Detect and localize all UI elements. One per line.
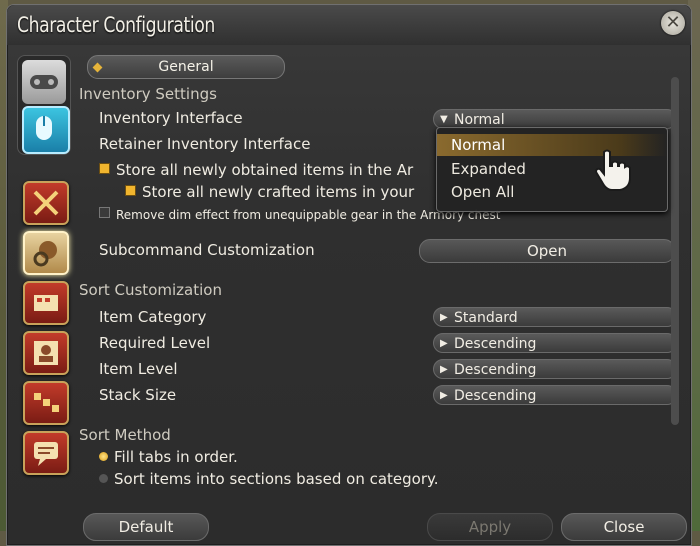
- retainer-inventory-label: Retainer Inventory Interface: [99, 135, 311, 153]
- menu-item-expanded[interactable]: Expanded: [437, 158, 667, 180]
- radio-button[interactable]: [99, 474, 108, 483]
- close-button[interactable]: Close: [561, 513, 687, 541]
- chevron-right-icon: ▶: [440, 364, 448, 375]
- radio-button[interactable]: [99, 452, 108, 461]
- swords-icon[interactable]: [23, 181, 69, 225]
- apply-button[interactable]: Apply: [427, 513, 553, 541]
- subcommand-label: Subcommand Customization: [99, 241, 315, 259]
- checkbox[interactable]: [99, 207, 110, 218]
- required-level-dropdown[interactable]: ▶ Descending: [433, 333, 677, 353]
- dropdown-value: Descending: [454, 336, 537, 352]
- character-icon[interactable]: [23, 331, 69, 375]
- checkbox[interactable]: [125, 185, 136, 196]
- window-title: Character Configuration: [17, 13, 215, 37]
- inventory-interface-dropdown[interactable]: ▼ Normal: [433, 109, 677, 129]
- stack-size-dropdown[interactable]: ▶ Descending: [433, 385, 677, 405]
- sort-customization-heading: Sort Customization: [79, 281, 222, 299]
- gear-bag-icon[interactable]: [23, 231, 69, 275]
- sort-row-label: Stack Size: [99, 386, 177, 404]
- tab-general[interactable]: General: [87, 55, 285, 79]
- store-obtained-option[interactable]: Store all newly obtained items in the Ar: [99, 161, 413, 179]
- sort-row-label: Required Level: [99, 334, 211, 352]
- sort-method-heading: Sort Method: [79, 426, 171, 444]
- sort-method-label: Fill tabs in order.: [114, 448, 238, 466]
- dropdown-value: Descending: [454, 388, 537, 404]
- sort-row-label: Item Category: [99, 308, 207, 326]
- sort-method-option[interactable]: Sort items into sections based on catego…: [99, 470, 439, 488]
- subcommand-open-button[interactable]: Open: [419, 239, 675, 263]
- store-crafted-label: Store all newly crafted items in your: [142, 183, 415, 201]
- dropdown-value: Descending: [454, 362, 537, 378]
- default-button[interactable]: Default: [83, 513, 209, 541]
- party-icon[interactable]: [23, 381, 69, 425]
- inventory-interface-value: Normal: [454, 112, 505, 128]
- sort-row-label: Item Level: [99, 360, 178, 378]
- chevron-right-icon: ▶: [440, 312, 448, 323]
- store-crafted-option[interactable]: Store all newly crafted items in your: [125, 183, 414, 201]
- scrollbar[interactable]: [671, 77, 679, 425]
- settings-panel: General Inventory Settings Inventory Int…: [79, 49, 677, 539]
- chevron-right-icon: ▶: [440, 338, 448, 349]
- item-level-dropdown[interactable]: ▶ Descending: [433, 359, 677, 379]
- inventory-interface-menu: Normal Expanded Open All: [436, 127, 668, 212]
- mouse-icon[interactable]: [22, 106, 70, 154]
- gamepad-icon[interactable]: [22, 60, 66, 104]
- store-obtained-label: Store all newly obtained items in the Ar: [116, 161, 414, 179]
- menu-item-open-all[interactable]: Open All: [437, 181, 667, 203]
- dropdown-value: Standard: [454, 310, 518, 326]
- close-window-icon[interactable]: ✕: [661, 11, 685, 35]
- inventory-interface-label: Inventory Interface: [99, 109, 243, 127]
- hand-cursor-icon: [592, 148, 632, 196]
- input-mode-group: [17, 55, 71, 155]
- menu-item-normal[interactable]: Normal: [437, 134, 667, 156]
- sort-method-label: Sort items into sections based on catego…: [114, 470, 439, 488]
- chevron-right-icon: ▶: [440, 390, 448, 401]
- item-category-dropdown[interactable]: ▶ Standard: [433, 307, 677, 327]
- character-configuration-window: Character Configuration ✕ General Invent…: [6, 4, 692, 546]
- sort-method-option[interactable]: Fill tabs in order.: [99, 448, 238, 466]
- inventory-settings-heading: Inventory Settings: [79, 85, 217, 103]
- checkbox[interactable]: [99, 163, 110, 174]
- chat-icon[interactable]: [23, 431, 69, 475]
- hotbar-icon[interactable]: [23, 281, 69, 325]
- title-bar[interactable]: Character Configuration ✕: [7, 5, 691, 45]
